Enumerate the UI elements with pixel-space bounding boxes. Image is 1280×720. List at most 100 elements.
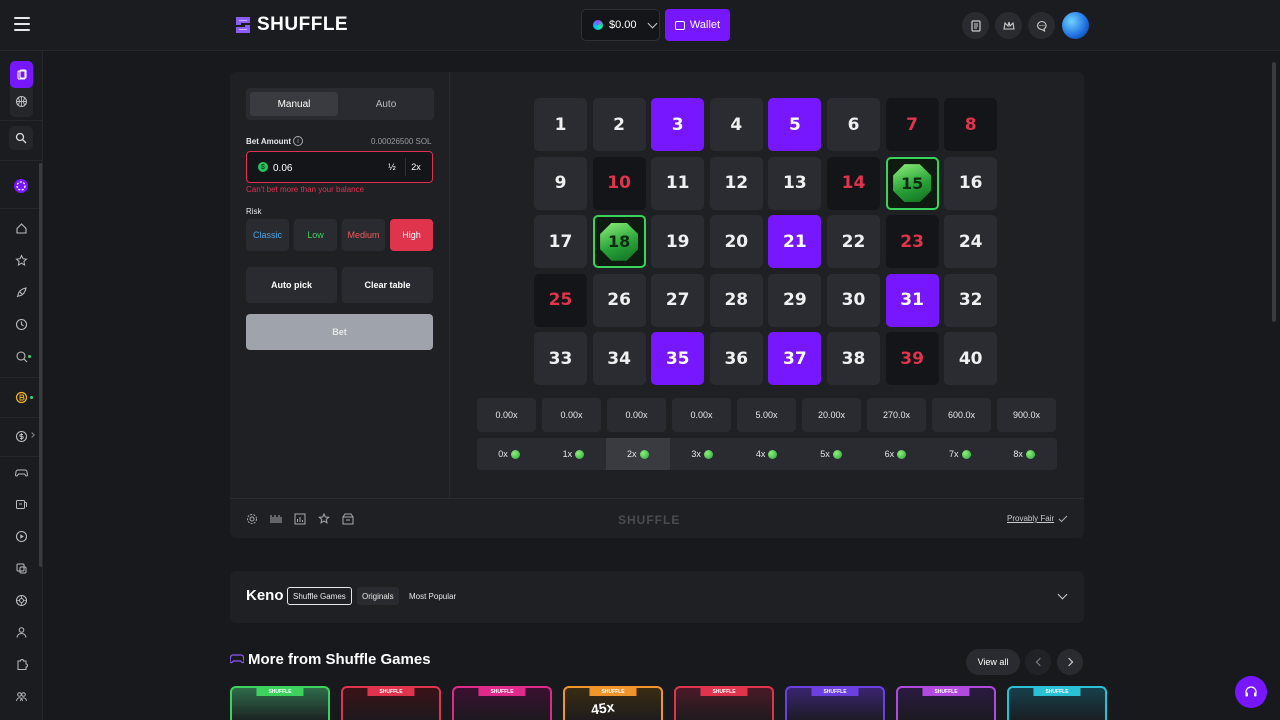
- keno-tile[interactable]: 28: [709, 273, 763, 327]
- clear-table-button[interactable]: Clear table: [342, 267, 433, 303]
- sidebar-item-new-releases[interactable]: [12, 283, 30, 301]
- keno-tile[interactable]: 12: [709, 156, 763, 210]
- double-bet-button[interactable]: 2x: [405, 157, 427, 177]
- sidebar-item-providers[interactable]: [12, 655, 30, 673]
- wallet-button[interactable]: Wallet: [665, 9, 730, 41]
- tag-shuffle-games[interactable]: Shuffle Games: [287, 587, 352, 605]
- keno-tile-drawn[interactable]: 10: [592, 156, 646, 210]
- hit-count-cell[interactable]: 6x: [863, 438, 927, 470]
- game-card[interactable]: SHUFFLE: [452, 686, 552, 720]
- sidebar-search-button[interactable]: [9, 126, 33, 150]
- keno-tile-selected[interactable]: 35: [651, 332, 705, 386]
- sidebar-item-game-shows[interactable]: [12, 623, 30, 641]
- page-scrollbar[interactable]: [1272, 62, 1276, 322]
- tab-manual[interactable]: Manual: [250, 92, 338, 116]
- sports-mode-button[interactable]: [15, 95, 28, 113]
- chart-icon[interactable]: [294, 513, 306, 525]
- keno-tile-drawn[interactable]: 14: [827, 156, 880, 210]
- risk-high-button[interactable]: High: [390, 219, 433, 251]
- user-avatar[interactable]: [1062, 12, 1089, 39]
- stats-bars-icon[interactable]: [270, 513, 282, 525]
- keno-tile[interactable]: 24: [944, 215, 998, 269]
- keno-tile[interactable]: 22: [827, 215, 880, 269]
- chat-button[interactable]: [1028, 12, 1055, 39]
- keno-tile-drawn[interactable]: 25: [534, 273, 587, 327]
- sidebar-item-live[interactable]: [12, 527, 30, 545]
- keno-tile-drawn[interactable]: 7: [885, 98, 939, 151]
- keno-tile[interactable]: 9: [534, 156, 587, 210]
- sidebar-item-table-games[interactable]: [12, 559, 30, 577]
- game-card[interactable]: SHUFFLE 45x: [563, 686, 663, 720]
- keno-tile-selected[interactable]: 37: [768, 332, 822, 386]
- tab-auto[interactable]: Auto: [342, 92, 430, 116]
- bet-button[interactable]: Bet: [246, 314, 433, 350]
- keno-tile[interactable]: 38: [827, 332, 880, 386]
- risk-classic-button[interactable]: Classic: [246, 219, 289, 251]
- keno-tile-drawn[interactable]: 39: [885, 332, 939, 386]
- sidebar-scrollbar[interactable]: [39, 163, 42, 567]
- brand-logo[interactable]: SHUFFLE: [234, 14, 348, 36]
- keno-tile[interactable]: 33: [534, 332, 587, 386]
- keno-tile[interactable]: 29: [768, 273, 822, 327]
- keno-tile[interactable]: 6: [827, 98, 880, 151]
- keno-tile[interactable]: 34: [592, 332, 646, 386]
- hit-count-cell[interactable]: 1x: [541, 438, 605, 470]
- keno-tile-selected[interactable]: 5: [768, 98, 822, 151]
- keno-tile[interactable]: 13: [768, 156, 822, 210]
- keno-tile[interactable]: 30: [827, 273, 880, 327]
- sidebar-item-token[interactable]: [12, 388, 30, 406]
- sidebar-item-currency[interactable]: [12, 427, 30, 445]
- hit-count-cell[interactable]: 3x: [670, 438, 734, 470]
- keno-tile[interactable]: 32: [944, 273, 998, 327]
- menu-icon[interactable]: [14, 17, 30, 31]
- half-bet-button[interactable]: ½: [381, 157, 403, 177]
- keno-tile-hit[interactable]: 15: [885, 156, 939, 210]
- auto-pick-button[interactable]: Auto pick: [246, 267, 337, 303]
- keno-tile[interactable]: 19: [651, 215, 705, 269]
- bet-amount-input[interactable]: [273, 159, 373, 177]
- settings-icon[interactable]: [246, 513, 258, 525]
- hit-count-cell[interactable]: 5x: [799, 438, 863, 470]
- support-chat-button[interactable]: [1235, 676, 1267, 708]
- keno-tile[interactable]: 40: [944, 332, 998, 386]
- keno-tile[interactable]: 36: [709, 332, 763, 386]
- keno-tile[interactable]: 11: [651, 156, 705, 210]
- tag-most-popular[interactable]: Most Popular: [404, 587, 461, 605]
- hit-count-cell[interactable]: 0x: [477, 438, 541, 470]
- bet-history-button[interactable]: [962, 12, 989, 39]
- keno-tile[interactable]: 16: [944, 156, 998, 210]
- keno-tile-selected[interactable]: 31: [885, 273, 939, 327]
- sidebar-item-home[interactable]: [12, 219, 30, 237]
- keno-tile-selected[interactable]: 3: [651, 98, 705, 151]
- carousel-prev-button[interactable]: [1025, 649, 1051, 675]
- balance-dropdown[interactable]: $0.00: [581, 9, 660, 41]
- provably-fair-link[interactable]: Provably Fair: [1007, 514, 1054, 523]
- game-info-panel[interactable]: Keno Shuffle Games Originals Most Popula…: [230, 571, 1084, 623]
- keno-tile[interactable]: 26: [592, 273, 646, 327]
- keno-tile-hit[interactable]: 18: [592, 215, 646, 269]
- sidebar-item-games[interactable]: [12, 463, 30, 481]
- keno-tile-drawn[interactable]: 8: [944, 98, 998, 151]
- game-card[interactable]: SHUFFLE: [785, 686, 885, 720]
- favourite-star-icon[interactable]: [318, 513, 330, 525]
- sidebar-item-promo[interactable]: [12, 177, 30, 195]
- risk-medium-button[interactable]: Medium: [342, 219, 385, 251]
- keno-tile[interactable]: 20: [709, 215, 763, 269]
- sidebar-item-more[interactable]: [12, 687, 30, 705]
- keno-tile[interactable]: 27: [651, 273, 705, 327]
- chevron-down-icon[interactable]: [1057, 589, 1068, 600]
- keno-tile[interactable]: 17: [534, 215, 587, 269]
- view-all-button[interactable]: View all: [966, 649, 1020, 675]
- keno-tile[interactable]: 2: [592, 98, 646, 151]
- risk-low-button[interactable]: Low: [294, 219, 337, 251]
- hit-count-cell[interactable]: 4x: [735, 438, 799, 470]
- hit-count-cell[interactable]: 2x: [605, 438, 670, 470]
- casino-mode-button[interactable]: [10, 61, 33, 88]
- hit-count-cell[interactable]: 7x: [928, 438, 992, 470]
- carousel-next-button[interactable]: [1057, 649, 1083, 675]
- keno-tile[interactable]: 1: [534, 98, 587, 151]
- game-card[interactable]: SHUFFLE: [341, 686, 441, 720]
- game-card[interactable]: SHUFFLE: [1007, 686, 1107, 720]
- keno-tile-selected[interactable]: 21: [768, 215, 822, 269]
- theatre-mode-icon[interactable]: [342, 513, 354, 525]
